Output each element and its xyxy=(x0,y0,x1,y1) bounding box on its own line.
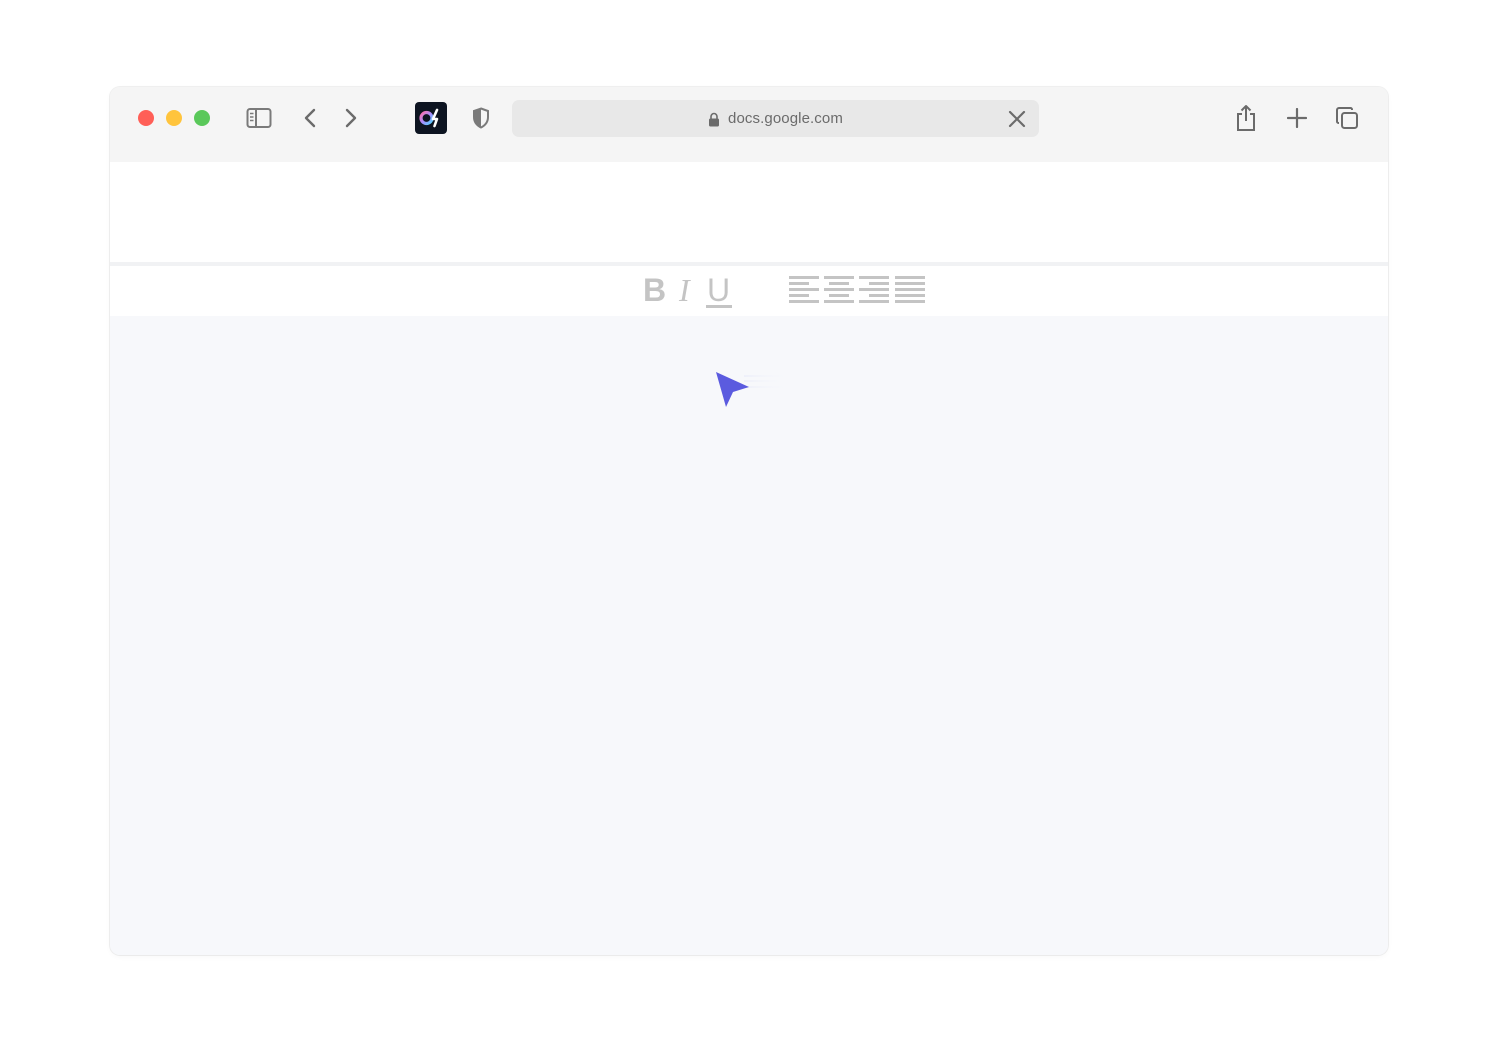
bold-button[interactable]: B xyxy=(643,274,666,306)
align-justify-icon[interactable] xyxy=(895,276,925,306)
share-icon[interactable] xyxy=(1234,103,1258,133)
pointer-arrow-icon xyxy=(714,370,794,410)
chevron-left-icon[interactable] xyxy=(298,105,322,131)
zoom-window-button[interactable] xyxy=(194,110,210,126)
formatting-toolbar: B I U xyxy=(110,266,1388,316)
browser-titlebar: docs.google.com xyxy=(110,87,1388,162)
shield-icon[interactable] xyxy=(471,107,491,129)
plus-icon[interactable] xyxy=(1285,106,1309,130)
sidebar-icon[interactable] xyxy=(246,106,272,130)
document-canvas[interactable] xyxy=(110,316,1388,955)
italic-button[interactable]: I xyxy=(679,274,690,306)
tabs-icon[interactable] xyxy=(1334,105,1360,131)
browser-window: docs.google.com B I U xyxy=(110,87,1388,955)
minimize-window-button[interactable] xyxy=(166,110,182,126)
extension-logo-icon[interactable] xyxy=(415,102,447,134)
address-bar[interactable]: docs.google.com xyxy=(512,100,1039,137)
chevron-right-icon[interactable] xyxy=(339,105,363,131)
align-center-icon[interactable] xyxy=(824,276,854,306)
align-left-icon[interactable] xyxy=(789,276,819,306)
page-header-area xyxy=(110,162,1388,262)
lock-icon xyxy=(708,112,720,126)
underline-bar xyxy=(706,305,732,308)
url-text: docs.google.com xyxy=(728,110,843,127)
underline-button[interactable]: U xyxy=(707,274,730,306)
align-right-icon[interactable] xyxy=(859,276,889,306)
close-icon[interactable] xyxy=(1007,109,1027,129)
close-window-button[interactable] xyxy=(138,110,154,126)
